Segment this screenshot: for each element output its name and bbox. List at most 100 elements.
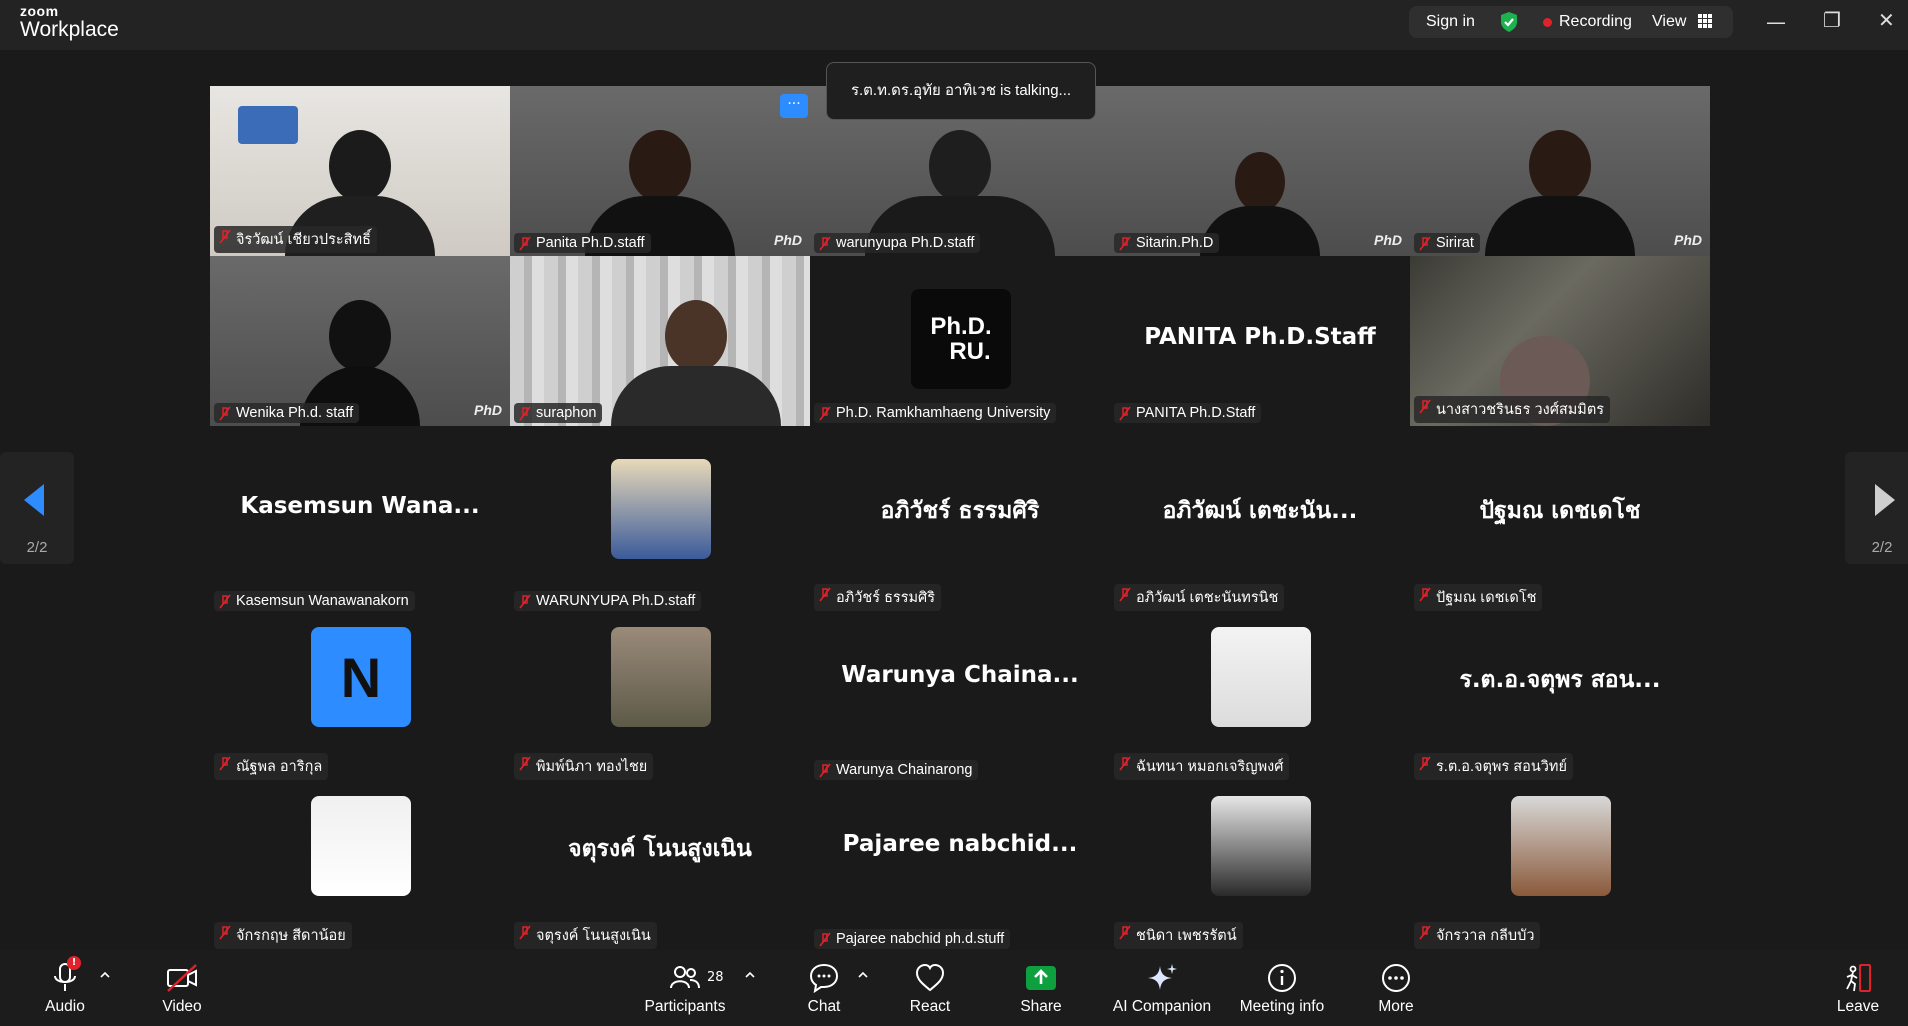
meeting-info-button[interactable]: Meeting info <box>1234 962 1330 1016</box>
leave-icon <box>1846 964 1871 992</box>
mic-muted-icon <box>1419 925 1431 940</box>
video-tile[interactable]: PhD Sitarin.Ph.D <box>1110 86 1410 256</box>
participant-name: จิรวัฒน์ เชียวประสิทธิ์ <box>214 226 377 253</box>
participant-tile[interactable]: PANITA Ph.D.Staff PANITA Ph.D.Staff <box>1110 256 1410 426</box>
more-options-icon[interactable]: ··· <box>780 94 808 118</box>
sign-in-button[interactable]: Sign in <box>1426 13 1475 31</box>
audio-button[interactable]: Audio <box>42 962 88 1016</box>
video-tile[interactable]: จิรวัฒน์ เชียวประสิทธิ์ <box>210 86 510 256</box>
participant-name: PANITA Ph.D.Staff <box>1114 403 1262 423</box>
participant-tile[interactable]: พิมพ์นิภา ทองไชย <box>510 613 810 783</box>
share-label: Share <box>1020 998 1062 1015</box>
participant-tile[interactable]: ร.ต.อ.จตุพร สอน... ร.ต.อ.จตุพร สอนวิทย์ <box>1410 613 1710 783</box>
participant-tile[interactable]: ชนิดา เพชรรัตน์ <box>1110 782 1410 952</box>
brand-small: zoom <box>20 3 59 19</box>
prev-page-button[interactable]: 2/2 <box>0 452 74 564</box>
participant-name: Sitarin.Ph.D <box>1114 233 1220 253</box>
participant-name: ชนิดา เพชรรัตน์ <box>1114 922 1243 949</box>
video-tile[interactable]: PhD Wenika Ph.d. staff <box>210 256 510 426</box>
mic-muted-icon <box>819 236 831 251</box>
display-name: อภิวัชร์ ธรรมศิริ <box>880 498 1040 524</box>
display-name: ปัฐมณ เดชเดโช <box>1479 498 1641 524</box>
mic-muted-icon <box>519 594 531 609</box>
participant-name: Warunya Chainarong <box>814 760 979 780</box>
audio-alert-badge: ! <box>67 956 81 970</box>
participant-tile[interactable]: จักรกฤษ สีดาน้อย <box>210 782 510 952</box>
chevron-up-icon[interactable] <box>100 970 110 980</box>
participant-tile[interactable]: อภิวัฒน์ เตชะนัน... อภิวัฒน์ เตชะนันทรนิ… <box>1110 444 1410 614</box>
react-button[interactable]: React <box>906 962 954 1016</box>
video-label: Video <box>162 998 202 1015</box>
view-button[interactable]: View <box>1652 13 1686 31</box>
more-button[interactable]: More <box>1372 962 1420 1016</box>
shield-check-icon[interactable] <box>1499 11 1519 33</box>
display-name: Kasemsun Wana... <box>240 493 480 519</box>
participant-tile[interactable]: WARUNYUPA Ph.D.staff <box>510 444 810 614</box>
video-tile[interactable]: นางสาวชรินธร วงศ์สมมิตร <box>1410 256 1710 426</box>
participant-name: warunyupa Ph.D.staff <box>814 233 981 253</box>
participant-tile[interactable]: จักรวาล กลีบบัว <box>1410 782 1710 952</box>
more-icon <box>1382 964 1410 992</box>
mic-muted-icon <box>519 406 531 421</box>
video-tile[interactable]: PhD Panita Ph.D.staff <box>510 86 810 256</box>
participants-label: Participants <box>644 998 726 1015</box>
minimize-icon[interactable]: — <box>1766 10 1786 34</box>
participant-name: ร.ต.อ.จตุพร สอนวิทย์ <box>1414 753 1573 780</box>
chevron-up-icon[interactable] <box>858 970 868 980</box>
video-tile[interactable]: PhD Sirirat <box>1410 86 1710 256</box>
chat-button[interactable]: Chat <box>800 962 848 1016</box>
chat-icon <box>809 963 839 994</box>
participant-tile[interactable]: จตุรงค์ โนนสูงเนิน จตุรงค์ โนนสูงเนิน <box>510 782 810 952</box>
participant-tile[interactable]: ฉันทนา หมอกเจริญพงศ์ <box>1110 613 1410 783</box>
participant-name: WARUNYUPA Ph.D.staff <box>514 591 702 611</box>
participant-tile[interactable]: Warunya Chaina... Warunya Chainarong <box>810 613 1110 783</box>
audio-label: Audio <box>45 998 85 1015</box>
brand-large: Workplace <box>20 18 119 41</box>
record-dot-icon <box>1543 18 1552 27</box>
share-button[interactable]: Share <box>1016 962 1066 1016</box>
mic-muted-icon <box>219 229 231 244</box>
leave-label: Leave <box>1836 998 1880 1015</box>
mic-muted-icon <box>1419 756 1431 771</box>
mic-muted-icon <box>1419 587 1431 602</box>
participant-name: อภิวัฒน์ เตชะนันทรนิช <box>1114 584 1285 611</box>
participant-name: จตุรงค์ โนนสูงเนิน <box>514 922 657 949</box>
display-name: จตุรงค์ โนนสูงเนิน <box>568 836 752 862</box>
mic-muted-icon <box>219 406 231 421</box>
video-button[interactable]: Video <box>158 962 206 1016</box>
participant-name: จักรวาล กลีบบัว <box>1414 922 1541 949</box>
chevron-up-icon[interactable] <box>745 970 755 980</box>
participant-name: Wenika Ph.d. staff <box>214 403 360 423</box>
participant-tile[interactable]: Pajaree nabchid... Pajaree nabchid ph.d.… <box>810 782 1110 952</box>
participant-tile[interactable]: N ณัฐพล อาริกุล <box>210 613 510 783</box>
avatar <box>311 796 411 896</box>
mic-muted-icon <box>1119 756 1131 771</box>
participant-name: Pajaree nabchid ph.d.stuff <box>814 929 1011 949</box>
page-indicator-left: 2/2 <box>26 539 48 556</box>
participants-count: 28 <box>707 970 724 985</box>
info-icon <box>1268 964 1296 992</box>
leave-button[interactable]: Leave <box>1836 962 1880 1016</box>
participant-name: อภิวัชร์ ธรรมศิริ <box>814 584 942 611</box>
participant-tile[interactable]: อภิวัชร์ ธรรมศิริ อภิวัชร์ ธรรมศิริ <box>810 444 1110 614</box>
avatar <box>1211 796 1311 896</box>
display-name: Pajaree nabchid... <box>842 831 1078 857</box>
next-page-button[interactable]: 2/2 <box>1845 452 1908 564</box>
participant-tile[interactable]: Kasemsun Wana... Kasemsun Wanawanakorn <box>210 444 510 614</box>
mic-muted-icon <box>519 236 531 251</box>
mic-muted-icon <box>1419 236 1431 251</box>
video-off-icon <box>167 964 197 992</box>
participant-tile[interactable]: Ph.D. RU. Ph.D. Ramkhamhaeng University <box>810 256 1110 426</box>
grid-view-icon <box>1698 14 1712 28</box>
mic-muted-icon <box>819 932 831 947</box>
restore-icon[interactable]: ❐ <box>1823 8 1841 32</box>
ai-companion-button[interactable]: AI Companion <box>1110 962 1214 1016</box>
participant-name: พิมพ์นิภา ทองไชย <box>514 753 654 780</box>
participant-tile[interactable]: ปัฐมณ เดชเดโช ปัฐมณ เดชเดโช <box>1410 444 1710 614</box>
recording-status[interactable]: Recording <box>1559 13 1632 31</box>
mic-muted-icon <box>819 406 831 421</box>
avatar <box>1211 627 1311 727</box>
close-icon[interactable]: ✕ <box>1878 8 1895 32</box>
video-tile[interactable]: suraphon <box>510 256 810 426</box>
mic-muted-icon <box>219 756 231 771</box>
